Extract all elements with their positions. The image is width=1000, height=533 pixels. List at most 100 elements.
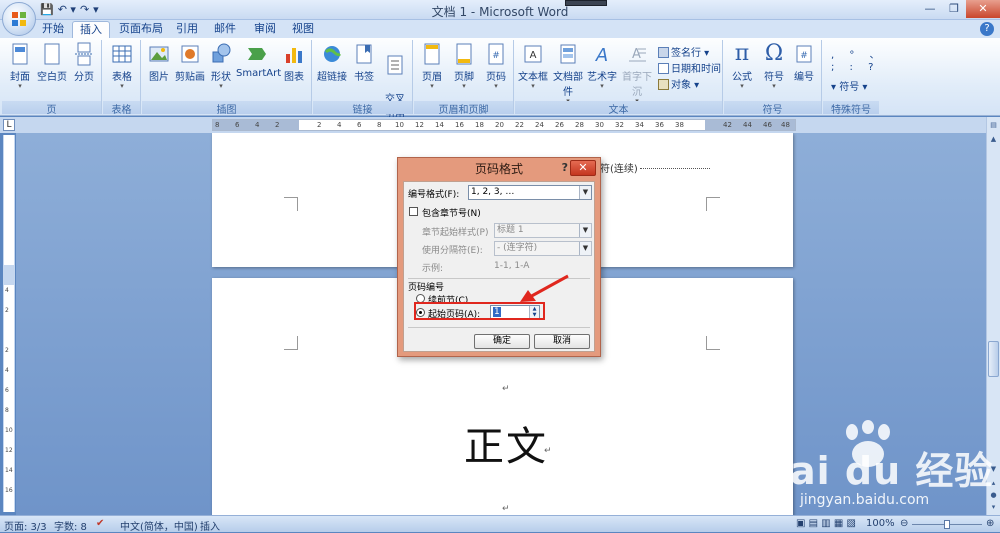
help-icon[interactable]: ? <box>980 22 994 36</box>
group-header-footer: 页眉 ▾ 页脚 ▾ # 页码 ▾ 页眉和页脚 <box>414 40 514 116</box>
page-count-status[interactable]: 页面: 3/3 <box>4 518 47 533</box>
pi-icon: π <box>734 41 750 66</box>
tab-references[interactable]: 引用 <box>172 21 202 38</box>
blank-page-button[interactable]: 空白页 <box>36 42 68 83</box>
chapter-style-label: 章节起始样式(P) <box>422 228 489 238</box>
blank-page-icon <box>44 43 60 65</box>
group-symbols: π 公式 ▾ Ω 符号 ▾ # 编号 符号 <box>724 40 822 116</box>
word-count-status[interactable]: 字数: 8 <box>54 518 87 533</box>
object-button[interactable]: 对象 ▾ <box>658 76 699 91</box>
signature-line-button[interactable]: 签名行 ▾ <box>658 44 709 59</box>
close-window-icon[interactable]: ✕ <box>966 0 1000 18</box>
picture-button[interactable]: 图片 <box>146 42 172 83</box>
tab-review[interactable]: 审阅 <box>250 21 280 38</box>
shapes-button[interactable]: 形状 ▾ <box>208 42 234 90</box>
signature-icon <box>658 47 669 58</box>
quick-parts-icon <box>560 44 576 64</box>
page-break-icon <box>75 42 93 66</box>
scroll-thumb[interactable] <box>988 341 999 377</box>
cover-page-icon <box>12 43 28 65</box>
proofing-icon[interactable]: ✔ <box>96 518 104 529</box>
page-number-format-dialog: 页码格式 ? ✕ 编号格式(F): 1, 2, 3, … ▼ 包含章节号(N) 章… <box>397 157 601 357</box>
special-symbol-button[interactable]: ▾ 符号 ▾ <box>831 78 867 93</box>
ribbon: 封面 ▾ 空白页 分页 页 表格 ▾ 表格 图片 剪贴画 形状 ▾ SmartA… <box>0 38 1000 120</box>
bookmark-button[interactable]: 书签 <box>351 42 377 83</box>
svg-text:A: A <box>595 45 608 66</box>
page-break-button[interactable]: 分页 <box>70 42 98 83</box>
wordart-button[interactable]: A 艺术字 ▾ <box>587 42 617 90</box>
ok-button[interactable]: 确定 <box>474 334 530 349</box>
table-button[interactable]: 表格 ▾ <box>107 42 137 90</box>
textbox-button[interactable]: A 文本框 ▾ <box>518 42 548 90</box>
body-text[interactable]: 正文 <box>464 414 548 472</box>
view-buttons[interactable]: ▣ ▤ ▥ ▦ ▧ <box>796 518 856 529</box>
dialog-close-icon[interactable]: ✕ <box>570 160 596 176</box>
numbering-button[interactable]: # 编号 <box>790 42 818 83</box>
status-bar: 页面: 3/3 字数: 8 ✔ 中文(简体，中国) 插入 ▣ ▤ ▥ ▦ ▧ 1… <box>0 515 1000 533</box>
include-chapter-checkbox[interactable] <box>409 207 418 216</box>
scroll-up-icon[interactable]: ▲ <box>988 133 999 145</box>
tab-mailings[interactable]: 邮件 <box>210 21 240 38</box>
special-symbols-row-1[interactable]: , ° 、 <box>831 46 886 61</box>
smartart-button[interactable]: SmartArt <box>236 42 281 79</box>
page-number-icon: # <box>488 43 504 65</box>
minimize-icon[interactable]: — <box>918 0 942 18</box>
watermark-url: jingyan.baidu.com <box>800 492 930 508</box>
vertical-ruler[interactable]: 4 2 2 4 6 8 10 12 14 16 <box>3 135 15 512</box>
datetime-button[interactable]: 日期和时间 <box>658 60 721 75</box>
chart-icon <box>286 48 302 63</box>
wordart-icon: A <box>595 45 608 66</box>
clipart-icon <box>181 45 199 63</box>
tab-selector[interactable]: L <box>3 119 15 131</box>
group-text: A 文本框▾ 文档部件▾ A 艺术字▾ A 首字下沉▾ 签名行 ▾ 日期和时间 … <box>515 40 723 116</box>
tab-home[interactable]: 开始 <box>38 21 68 38</box>
dialog-help-icon[interactable]: ? <box>562 161 568 174</box>
zoom-slider[interactable] <box>912 520 982 529</box>
zoom-out-icon[interactable]: ⊖ <box>900 518 908 529</box>
svg-text:A: A <box>530 50 537 61</box>
insert-mode-status[interactable]: 插入 <box>200 518 220 533</box>
footer-button[interactable]: 页脚 ▾ <box>450 42 478 90</box>
group-tables: 表格 ▾ 表格 <box>103 40 141 116</box>
calendar-icon <box>658 63 669 74</box>
table-icon <box>112 45 132 63</box>
horizontal-ruler[interactable]: 8642 2 4 6 8 10 12 14 16 18 20 22 24 26 28 30 32 34 36 38 4… <box>212 119 796 131</box>
chart-button[interactable]: 图表 <box>280 42 308 83</box>
zoom-slider-knob[interactable] <box>944 520 950 529</box>
separator-select[interactable]: - (连字符) ▼ <box>494 241 592 256</box>
group-links: 超链接 书签 交叉 引用 链接 <box>313 40 413 120</box>
restore-icon[interactable]: ❐ <box>942 0 966 18</box>
ruler-toggle-icon[interactable]: ▤ <box>988 119 999 131</box>
symbol-button[interactable]: Ω 符号 ▾ <box>760 42 788 90</box>
window-controls: — ❐ ✕ <box>918 0 1000 18</box>
quick-parts-button[interactable]: 文档部件▾ <box>550 42 586 105</box>
clipart-button[interactable]: 剪贴画 <box>174 42 206 83</box>
zoom-in-icon[interactable]: ⊕ <box>986 518 994 529</box>
title-bar: 💾 ↶ ▾ ↷ ▾ 文档 1 - Microsoft Word — ❐ ✕ <box>0 0 1000 20</box>
cover-page-button[interactable]: 封面 ▾ <box>6 42 34 90</box>
group-label-header-footer: 页眉和页脚 <box>414 101 513 116</box>
equation-button[interactable]: π 公式 ▾ <box>728 42 756 90</box>
tab-view[interactable]: 视图 <box>288 21 318 38</box>
ribbon-tabs: 开始 插入 页面布局 引用 邮件 审阅 视图 ? <box>0 20 1000 38</box>
cancel-button[interactable]: 取消 <box>534 334 590 349</box>
language-status[interactable]: 中文(简体，中国) <box>120 518 198 533</box>
shapes-icon <box>212 43 231 63</box>
number-format-select[interactable]: 1, 2, 3, … ▼ <box>468 185 592 200</box>
chapter-style-select[interactable]: 标题 1 ▼ <box>494 223 592 238</box>
hyperlink-button[interactable]: 超链接 <box>316 42 348 83</box>
example-label: 示例: <box>422 264 444 274</box>
zoom-level[interactable]: 100% <box>866 518 895 529</box>
tab-insert[interactable]: 插入 <box>72 21 110 38</box>
number-format-label: 编号格式(F): <box>408 190 460 200</box>
header-button[interactable]: 页眉 ▾ <box>418 42 446 90</box>
dropcap-button[interactable]: A 首字下沉▾ <box>619 42 655 105</box>
globe-icon <box>324 46 342 62</box>
group-label-tables: 表格 <box>103 101 140 116</box>
page-number-button[interactable]: # 页码 ▾ <box>482 42 510 90</box>
paragraph-mark: ↵ <box>502 504 510 514</box>
office-button[interactable] <box>2 2 36 36</box>
special-symbols-row-2[interactable]: ; : ? <box>831 62 879 73</box>
tab-page-layout[interactable]: 页面布局 <box>116 21 166 38</box>
textbox-icon: A <box>524 45 542 63</box>
